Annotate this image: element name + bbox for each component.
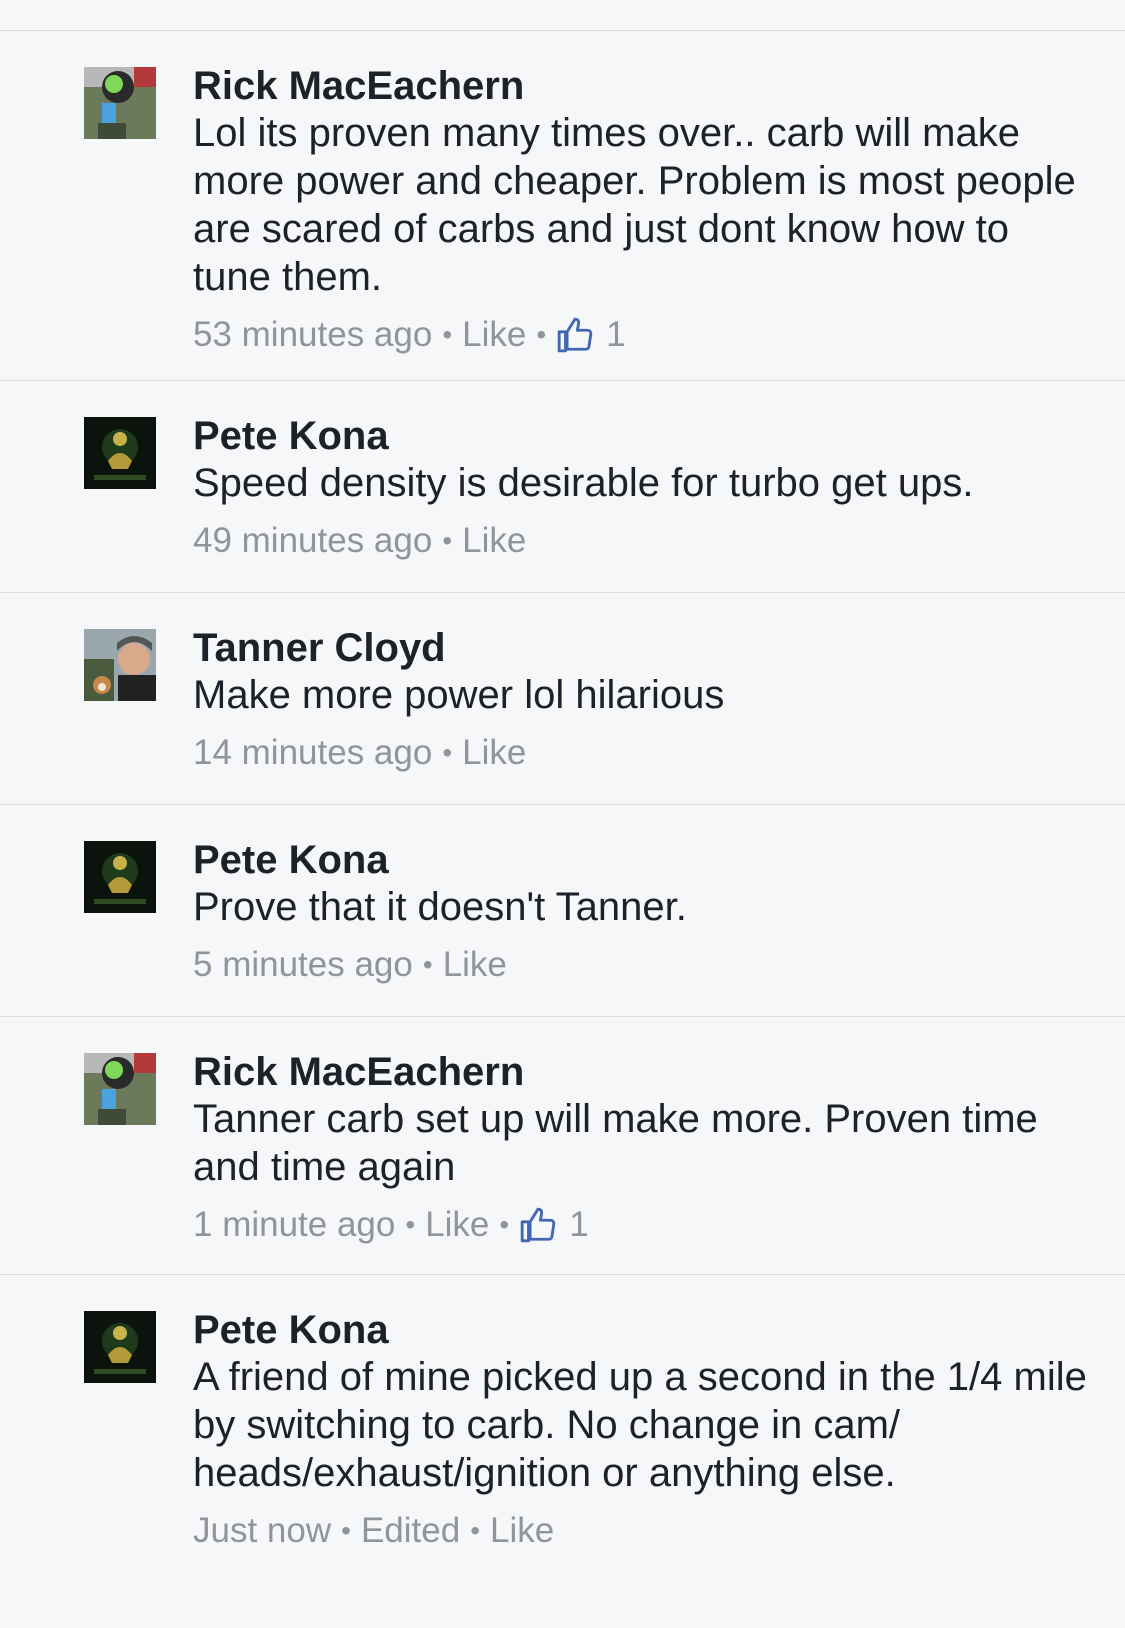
- comment-item: Pete Kona A friend of mine picked up a s…: [0, 1275, 1125, 1628]
- separator: •: [405, 1209, 416, 1240]
- comment-meta: 53 minutes ago • Like • 1: [193, 315, 1095, 355]
- avatar-image: [84, 67, 156, 139]
- separator: •: [442, 525, 453, 556]
- comment-text: Prove that it doesn't Tanner.: [193, 885, 687, 929]
- comment-item: Pete Kona Prove that it doesn't Tanner. …: [0, 805, 1125, 1017]
- like-button[interactable]: Like: [462, 521, 526, 561]
- avatar-image: [84, 417, 156, 489]
- separator: •: [422, 949, 433, 980]
- separator: •: [341, 1515, 351, 1546]
- edited-label[interactable]: Edited: [361, 1511, 460, 1551]
- thumbs-up-icon: [557, 317, 593, 353]
- timestamp[interactable]: Just now: [193, 1511, 331, 1551]
- separator: •: [536, 319, 547, 350]
- timestamp[interactable]: 1 minute ago: [193, 1205, 395, 1245]
- author-name[interactable]: Rick MacEachern: [193, 63, 1095, 109]
- like-count[interactable]: 1: [556, 315, 626, 355]
- avatar-image: [84, 1053, 156, 1125]
- separator: •: [470, 1515, 480, 1546]
- timestamp[interactable]: 49 minutes ago: [193, 521, 432, 561]
- author-name[interactable]: Pete Kona: [193, 837, 1095, 883]
- avatar[interactable]: [84, 629, 156, 701]
- author-name[interactable]: Pete Kona: [193, 1307, 1095, 1353]
- comment-text: A friend of mine picked up a second in t…: [193, 1355, 1087, 1495]
- comment-text: Make more power lol hilarious: [193, 673, 725, 717]
- like-button[interactable]: Like: [462, 733, 526, 773]
- author-name[interactable]: Tanner Cloyd: [193, 625, 1095, 671]
- comment-text: Lol its proven many times over.. carb wi…: [193, 111, 1076, 299]
- avatar[interactable]: [84, 1053, 156, 1125]
- avatar[interactable]: [84, 1311, 156, 1383]
- avatar[interactable]: [84, 417, 156, 489]
- comment-item: Rick MacEachern Lol its proven many time…: [0, 31, 1125, 381]
- comment-item: Tanner Cloyd Make more power lol hilario…: [0, 593, 1125, 805]
- author-name[interactable]: Rick MacEachern: [193, 1049, 1095, 1095]
- comment-meta: 14 minutes ago • Like: [193, 733, 1095, 773]
- like-button[interactable]: Like: [462, 315, 526, 355]
- separator: •: [442, 737, 453, 768]
- timestamp[interactable]: 14 minutes ago: [193, 733, 432, 773]
- comment-meta: 1 minute ago • Like • 1: [193, 1205, 1095, 1245]
- author-name[interactable]: Pete Kona: [193, 413, 1095, 459]
- timestamp[interactable]: 5 minutes ago: [193, 945, 413, 985]
- avatar-image: [84, 1311, 156, 1383]
- comment-meta: 49 minutes ago • Like: [193, 521, 1095, 561]
- comment-text: Speed density is desirable for turbo get…: [193, 461, 974, 505]
- comment-thread: Rick MacEachern Lol its proven many time…: [0, 30, 1125, 1628]
- comment-text: Tanner carb set up will make more. Prove…: [193, 1097, 1038, 1189]
- avatar[interactable]: [84, 67, 156, 139]
- avatar[interactable]: [84, 841, 156, 913]
- like-count-value: 1: [606, 315, 626, 354]
- separator: •: [442, 319, 453, 350]
- comment-item: Pete Kona Speed density is desirable for…: [0, 381, 1125, 593]
- comment-item: Rick MacEachern Tanner carb set up will …: [0, 1017, 1125, 1275]
- thumbs-up-icon: [520, 1207, 556, 1243]
- avatar-image: [84, 629, 156, 701]
- like-count-value: 1: [569, 1205, 589, 1244]
- comment-meta: 5 minutes ago • Like: [193, 945, 1095, 985]
- separator: •: [499, 1209, 510, 1240]
- like-count[interactable]: 1: [519, 1205, 589, 1245]
- like-button[interactable]: Like: [443, 945, 507, 985]
- comment-meta: Just now • Edited • Like: [193, 1511, 1095, 1551]
- timestamp[interactable]: 53 minutes ago: [193, 315, 432, 355]
- avatar-image: [84, 841, 156, 913]
- like-button[interactable]: Like: [490, 1511, 554, 1551]
- like-button[interactable]: Like: [425, 1205, 489, 1245]
